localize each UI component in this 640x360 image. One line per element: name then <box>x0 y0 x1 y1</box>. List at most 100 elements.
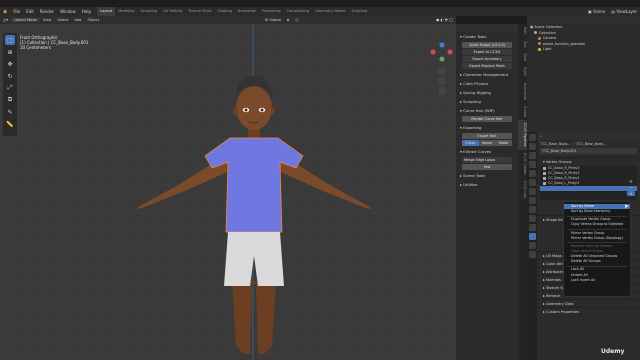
mesh-data-props-icon[interactable] <box>528 233 536 240</box>
menu-edit[interactable]: Edit <box>23 9 37 14</box>
modifier-props-icon[interactable] <box>528 197 536 204</box>
shading-modes[interactable]: ● ◐ ◓ ◯ <box>433 18 456 22</box>
render-curve-hair-button[interactable]: Render Curve Hair <box>462 116 512 122</box>
tab-rendering[interactable]: Rendering <box>259 7 283 16</box>
menu-item-mirror-vertex-group-topology-[interactable]: Mirror Vertex Group (Topology) <box>564 236 630 241</box>
sidebar-tab-item[interactable]: Item <box>518 24 527 38</box>
sidebar-tab-rigify[interactable]: Rigify <box>518 64 527 80</box>
geometry-data-section[interactable]: ▸ Geometry Data <box>537 299 640 307</box>
tab-animation[interactable]: Animation <box>235 7 259 16</box>
tab-modeling[interactable]: Modeling <box>115 7 137 16</box>
menu-item-lock-invert-all[interactable]: Lock Invert All <box>564 278 630 283</box>
physics-props-icon[interactable] <box>528 215 536 222</box>
export-replace-button[interactable]: Export Replace Mesh <box>462 63 512 69</box>
scene-tools-section[interactable]: ▸ Scene Tools <box>456 171 518 180</box>
texture-props-icon[interactable] <box>528 251 536 258</box>
tab-compositing[interactable]: Compositing <box>284 7 313 16</box>
outliner-row[interactable]: Light <box>527 47 640 53</box>
create-tools-section[interactable]: ▾ Create Tools <box>456 32 518 41</box>
section-character-management[interactable]: ▸ Character Management <box>456 70 518 79</box>
tool-props-icon[interactable] <box>528 134 536 141</box>
section-spring-rigging[interactable]: ▸ Spring Rigging <box>456 88 518 97</box>
rotate-icon[interactable]: ↻ <box>5 71 15 81</box>
sidebar-tab-create[interactable]: Create <box>518 103 527 120</box>
specials-menu-icon[interactable]: ▾ <box>627 191 635 196</box>
extract-curves-section[interactable]: ▾ Extract Curves <box>456 147 518 156</box>
snap-icon[interactable]: ⧗ <box>284 18 293 22</box>
utilities-section[interactable]: ▸ Utilities <box>456 180 518 189</box>
particles-props-icon[interactable] <box>528 206 536 213</box>
render-props-icon[interactable] <box>528 143 536 150</box>
menu-item-sort-by-bone-hierarchy[interactable]: Sort by Bone Hierarchy <box>564 209 630 214</box>
menu-item-copy-vertex-group-to-selected[interactable]: Copy Vertex Group to Selected <box>564 222 630 227</box>
constraints-props-icon[interactable] <box>528 224 536 231</box>
search-icon[interactable]: ⌕ <box>537 134 545 138</box>
orientation-selector[interactable]: ⊞ Global <box>262 18 284 22</box>
tab-sculpting[interactable]: Sculpting <box>138 7 161 16</box>
output-props-icon[interactable] <box>528 152 536 159</box>
section-sculpting[interactable]: ▸ Sculpting <box>456 97 518 106</box>
mesh-name-field[interactable]: ▽ CC_Base_Body.001 <box>540 148 637 154</box>
measure-icon[interactable]: 📏 <box>5 119 15 129</box>
mode-selector[interactable]: Object Mode <box>11 18 40 22</box>
exporting-section[interactable]: ▾ Exporting <box>456 123 518 132</box>
viewport-menu-view[interactable]: View <box>40 18 55 22</box>
world-props-icon[interactable] <box>528 179 536 186</box>
export-cc-button[interactable]: Export to CC3/4 <box>462 49 512 55</box>
scene-props-icon[interactable] <box>528 170 536 177</box>
viewport-menu-select[interactable]: Select <box>54 18 71 22</box>
viewport-menu-add[interactable]: Add <box>71 18 84 22</box>
scale-icon[interactable]: ⤢ <box>5 83 15 93</box>
sidebar-tab-cc-ic-create[interactable]: CC/iC Create <box>518 150 527 178</box>
menu-file[interactable]: File <box>10 9 23 14</box>
curve-hair-section[interactable]: ▾ Curve Hair (WIP) <box>456 106 518 115</box>
3d-viewport[interactable]: ⬚ ⊕ ✥ ↻ ⤢ ⧉ ✎ 📏 Front Orthographic (1) C… <box>0 16 456 360</box>
view-layer-props-icon[interactable] <box>528 161 536 168</box>
tab-name[interactable]: Name <box>478 140 496 146</box>
navigation-gizmo[interactable] <box>430 41 454 101</box>
pan-icon <box>438 77 446 85</box>
list-item-selected[interactable] <box>540 186 637 191</box>
test-button[interactable]: Test <box>462 164 512 170</box>
view-layer-selector[interactable]: ▤ ViewLayer <box>608 9 640 14</box>
export-accessory-button[interactable]: Export Accessory <box>462 56 512 62</box>
tab-shading[interactable]: Shading <box>214 7 235 16</box>
menu-item-delete-all-groups[interactable]: Delete All Groups <box>564 259 630 264</box>
section-cloth-physics[interactable]: ▸ Cloth Physics <box>456 79 518 88</box>
annotate-icon[interactable]: ✎ <box>5 107 15 117</box>
menu-render[interactable]: Render <box>37 9 57 14</box>
material-props-icon[interactable] <box>528 242 536 249</box>
shorts <box>224 232 284 286</box>
object-props-icon[interactable] <box>528 188 536 195</box>
merge-edge-loops-dropdown[interactable]: Merge Edge Loops <box>462 157 512 163</box>
sidebar-tab-cc-ic-pipeline[interactable]: CC/iC Pipeline <box>518 120 527 151</box>
sidebar-tab-view[interactable]: View <box>518 50 527 64</box>
tab-texture-paint[interactable]: Texture Paint <box>185 7 214 16</box>
sidebar-tab-animation[interactable]: Animation <box>518 80 527 103</box>
tab-mode[interactable]: Mode <box>495 140 513 146</box>
blender-logo-icon[interactable]: ◉ <box>0 9 10 15</box>
light-icon <box>538 47 541 51</box>
character-model[interactable] <box>0 16 456 360</box>
tab-layout[interactable]: Layout <box>96 7 116 16</box>
proportional-edit-icon[interactable]: ◎ <box>292 18 301 22</box>
viewport-menu-object[interactable]: Object <box>84 18 102 22</box>
cursor-icon[interactable]: ⊕ <box>5 47 15 57</box>
tab-scripting[interactable]: Scripting <box>348 7 370 16</box>
move-icon[interactable]: ✥ <box>5 59 15 69</box>
select-box-icon[interactable]: ⬚ <box>5 35 15 45</box>
sidebar-tab-cc-ic-link[interactable]: CC/iC Link <box>518 178 527 201</box>
tab-geometry-nodes[interactable]: Geometry Nodes <box>312 7 348 16</box>
transform-icon[interactable]: ⧉ <box>5 95 15 105</box>
menu-window[interactable]: Window <box>57 9 79 14</box>
export-hair-button[interactable]: Export Hair <box>462 133 512 139</box>
tab-uv-editing[interactable]: UV Editing <box>160 7 185 16</box>
vertex-groups-section[interactable]: ▾ Vertex Groups <box>537 157 640 165</box>
custom-properties-section[interactable]: ▸ Custom Properties <box>537 307 640 315</box>
sidebar-tab-tool[interactable]: Tool <box>518 38 527 51</box>
quick-export-button[interactable]: Quick Export (v2.0.0) <box>462 42 512 48</box>
scene-selector[interactable]: ▣ Scene <box>585 9 608 14</box>
tab-curve[interactable]: Curve <box>462 140 479 146</box>
editor-type-icon[interactable]: ◫▾ <box>0 18 11 22</box>
menu-help[interactable]: Help <box>79 9 94 14</box>
